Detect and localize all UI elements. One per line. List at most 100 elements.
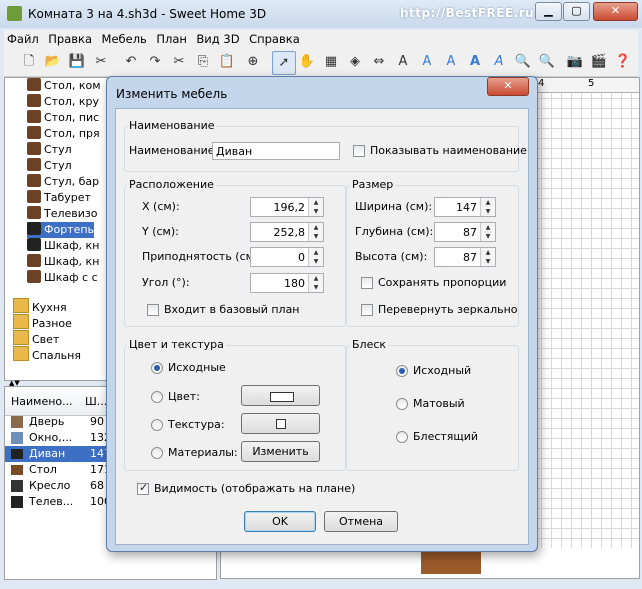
shininess-matt-radio[interactable]: [396, 398, 408, 410]
table-row-selected[interactable]: Диван 147: [5, 446, 111, 462]
mirror-checkbox[interactable]: [361, 304, 373, 316]
spinner-arrows-icon[interactable]: ▲ ▼: [308, 248, 323, 266]
menu-furniture[interactable]: Мебель: [99, 30, 150, 48]
original-material-radio[interactable]: [151, 362, 163, 374]
height-spinner[interactable]: 87 ▲ ▼: [434, 247, 496, 267]
tree-item[interactable]: Стол, кру: [27, 94, 99, 110]
spinner-arrows-icon[interactable]: ▲ ▼: [480, 248, 495, 266]
tree-item[interactable]: Стол, пис: [27, 110, 99, 126]
menu-file[interactable]: Файл: [4, 30, 42, 48]
shininess-original-radio[interactable]: [396, 365, 408, 377]
scissors-icon[interactable]: ✂: [168, 51, 190, 73]
tree-item[interactable]: Шкаф, кн: [27, 254, 99, 270]
depth-spinner[interactable]: 87 ▲ ▼: [434, 222, 496, 242]
text-style-icon[interactable]: A: [416, 51, 438, 73]
tree-item[interactable]: Табурет: [27, 190, 91, 206]
depth-label: Глубина (см):: [355, 225, 434, 238]
tree-item[interactable]: Стол, пря: [27, 126, 100, 142]
tree-category-lights[interactable]: Свет: [13, 330, 59, 346]
materials-radio[interactable]: [151, 447, 163, 459]
ok-button[interactable]: OK: [244, 511, 316, 532]
name-input[interactable]: [212, 142, 340, 160]
menu-3d-view[interactable]: Вид 3D: [193, 30, 242, 48]
visible-checkbox[interactable]: [137, 481, 149, 495]
elevation-spinner[interactable]: 0 ▲ ▼: [250, 247, 324, 267]
new-icon[interactable]: 🗋: [18, 51, 40, 73]
open-icon[interactable]: 📂: [42, 51, 64, 73]
video-icon[interactable]: 🎬: [588, 51, 610, 73]
x-spinner[interactable]: 196,2 ▲ ▼: [250, 197, 324, 217]
text-bold-icon[interactable]: A: [440, 51, 462, 73]
furniture-3d-preview: [421, 550, 481, 574]
menu-plan[interactable]: План: [153, 30, 190, 48]
texture-button[interactable]: [241, 413, 320, 434]
table-row[interactable]: Дверь 90: [5, 414, 111, 430]
spinner-arrows-icon[interactable]: ▲ ▼: [308, 223, 323, 241]
text-size-icon[interactable]: A: [488, 51, 510, 73]
column-header-width[interactable]: Ш...: [85, 395, 107, 408]
help-icon[interactable]: ❓: [612, 51, 634, 73]
width-spinner[interactable]: 147 ▲ ▼: [434, 197, 496, 217]
spinner-arrows-icon[interactable]: ▲ ▼: [480, 198, 495, 216]
color-swatch-icon: [270, 392, 294, 402]
column-header-name[interactable]: Наимено...: [11, 395, 73, 408]
texture-radio[interactable]: [151, 419, 163, 431]
table-row[interactable]: Телев... 100: [5, 494, 111, 510]
color-texture-group-label: Цвет и текстура: [127, 338, 226, 351]
shininess-shiny-radio[interactable]: [396, 431, 408, 443]
maximize-button[interactable]: ▢: [563, 2, 590, 21]
copy-icon[interactable]: ⎘: [192, 51, 214, 73]
tree-item[interactable]: Стул, бар: [27, 174, 99, 190]
paste-icon[interactable]: 📋: [216, 51, 238, 73]
tree-category-bedroom[interactable]: Спальня: [13, 346, 81, 362]
create-dimensions-icon[interactable]: ⇔: [368, 51, 390, 73]
color-button[interactable]: [241, 385, 320, 406]
cancel-button[interactable]: Отмена: [324, 511, 398, 532]
spinner-arrows-icon[interactable]: ▲ ▼: [308, 274, 323, 292]
keep-proportions-checkbox[interactable]: [361, 277, 373, 289]
zoom-in-icon[interactable]: 🔍: [512, 51, 534, 73]
cut-icon[interactable]: ✂: [90, 51, 112, 73]
create-rooms-icon[interactable]: ◈: [344, 51, 366, 73]
keep-proportions-label: Сохранять пропорции: [378, 276, 507, 289]
menu-edit[interactable]: Правка: [45, 30, 95, 48]
tree-item[interactable]: Шкаф с с: [27, 270, 98, 286]
table-row[interactable]: Кресло 68: [5, 478, 111, 494]
table-row[interactable]: Окно,... 132: [5, 430, 111, 446]
add-furniture-icon[interactable]: ⊕: [242, 51, 264, 73]
redo-icon[interactable]: ↷: [144, 51, 166, 73]
tree-item[interactable]: Шкаф, кн: [27, 238, 99, 254]
pan-mode-icon[interactable]: ✋: [296, 51, 318, 73]
dialog-close-button[interactable]: ✕: [487, 77, 529, 96]
menu-help[interactable]: Справка: [246, 30, 303, 48]
tv-icon: [11, 496, 23, 508]
tree-item[interactable]: Стол, ком: [27, 78, 101, 94]
spinner-arrows-icon[interactable]: ▲ ▼: [480, 223, 495, 241]
angle-spinner[interactable]: 180 ▲ ▼: [250, 273, 324, 293]
spinner-arrows-icon[interactable]: ▲ ▼: [308, 198, 323, 216]
show-name-checkbox[interactable]: [353, 145, 365, 157]
select-mode-icon[interactable]: ➚: [272, 51, 296, 75]
y-spinner[interactable]: 252,8 ▲ ▼: [250, 222, 324, 242]
save-icon[interactable]: 💾: [66, 51, 88, 73]
close-button[interactable]: ✕: [593, 2, 638, 21]
add-text-icon[interactable]: A: [392, 51, 414, 73]
tree-item[interactable]: Телевизо: [27, 206, 98, 222]
tree-category-misc[interactable]: Разное: [13, 314, 72, 330]
modify-materials-button[interactable]: Изменить: [241, 441, 320, 462]
create-walls-icon[interactable]: ▦: [320, 51, 342, 73]
photo-icon[interactable]: 📷: [564, 51, 586, 73]
base-plan-checkbox[interactable]: [147, 304, 159, 316]
tree-category-kitchen[interactable]: Кухня: [13, 298, 67, 314]
zoom-out-icon[interactable]: 🔍: [536, 51, 558, 73]
text-italic-icon[interactable]: A: [464, 51, 486, 73]
tree-item-selected[interactable]: Фортепь: [27, 222, 95, 238]
materials-label: Материалы:: [168, 446, 238, 459]
undo-icon[interactable]: ↶: [120, 51, 142, 73]
color-radio[interactable]: [151, 391, 163, 403]
tree-item[interactable]: Стул: [27, 158, 72, 174]
chair-icon: [27, 78, 41, 91]
tree-item[interactable]: Стул: [27, 142, 72, 158]
table-row[interactable]: Стол 171: [5, 462, 111, 478]
minimize-button[interactable]: ▁: [535, 2, 562, 21]
